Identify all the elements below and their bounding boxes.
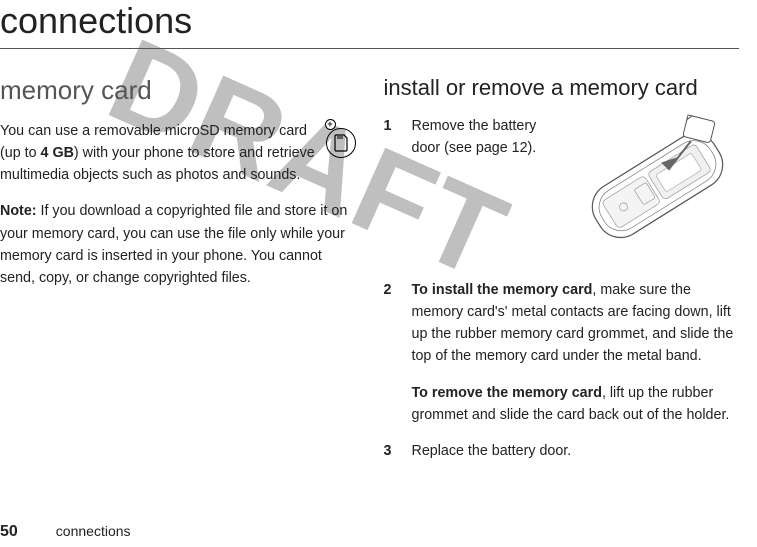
intro-bold: 4 GB (41, 145, 74, 161)
step-2a-text: To install the memory card, make sure th… (412, 279, 740, 368)
right-column: install or remove a memory card Remove t… (384, 75, 740, 476)
left-column: memory card + You can use a removable mi… (0, 75, 356, 476)
steps-list: Remove the battery door (see page 12). (384, 115, 740, 462)
step-3-text: Replace the battery door. (412, 443, 572, 459)
step-1: Remove the battery door (see page 12). (384, 115, 740, 265)
page-footer: 50 connections (0, 523, 131, 541)
step-2b-bold: To remove the memory card (412, 385, 602, 401)
note-body: If you download a copyrighted file and s… (0, 203, 347, 285)
note-label: Note: (0, 203, 37, 219)
step-2b-text: To remove the memory card, lift up the r… (412, 382, 740, 426)
footer-label: connections (56, 523, 131, 539)
horizontal-rule (0, 48, 739, 49)
step-2a-bold: To install the memory card (412, 282, 593, 298)
page-number: 50 (0, 523, 18, 541)
intro-paragraph: You can use a removable microSD memory c… (0, 120, 318, 186)
microsd-icon (326, 128, 356, 158)
plus-icon: + (325, 119, 336, 130)
subsection-heading-install: install or remove a memory card (384, 75, 740, 101)
step-2: To install the memory card, make sure th… (384, 279, 740, 426)
phone-illustration (559, 111, 739, 261)
step-1-text: Remove the battery door (see page 12). (412, 115, 542, 159)
step-3: Replace the battery door. (384, 440, 740, 462)
page-title: connections (0, 0, 739, 42)
note-paragraph: Note: If you download a copyrighted file… (0, 200, 356, 289)
section-heading-memory-card: memory card (0, 75, 356, 106)
